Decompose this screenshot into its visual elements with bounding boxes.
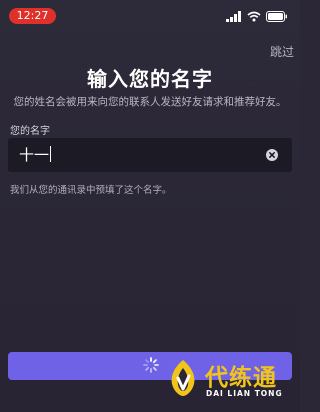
skip-button[interactable]: 跳过 — [270, 43, 294, 60]
signal-icon — [226, 10, 241, 22]
page-title: 输入您的名字 — [87, 67, 213, 91]
battery-icon — [266, 10, 287, 22]
prefill-hint: 我们从您的通讯录中预填了这个名字。 — [10, 185, 172, 196]
spinner-icon — [143, 357, 159, 373]
name-entry-screen: 12:27 跳过 输入您的名字 您的姓名会被用来向您的联系人发送好友请求和推荐好… — [0, 0, 300, 412]
watermark-logo-icon — [171, 360, 195, 396]
status-time: 12:27 — [9, 8, 56, 24]
name-input-value[interactable]: 十一 — [19, 145, 52, 165]
status-icons — [226, 10, 288, 22]
watermark-en-text: DAI LIAN TONG — [206, 389, 283, 398]
watermark: 代练通 DAI LIAN TONG — [162, 352, 300, 412]
name-input[interactable]: 十一 — [8, 138, 292, 172]
wifi-icon — [247, 11, 261, 21]
status-bar: 12:27 — [0, 0, 300, 32]
watermark-cn-text: 代练通 — [205, 365, 277, 391]
name-field-label: 您的名字 — [10, 126, 50, 137]
page-subtitle: 您的姓名会被用来向您的联系人发送好友请求和推荐好友。 — [13, 96, 287, 108]
clear-icon[interactable] — [266, 149, 278, 161]
text-caret — [50, 146, 52, 162]
name-input-text: 十一 — [19, 146, 50, 164]
